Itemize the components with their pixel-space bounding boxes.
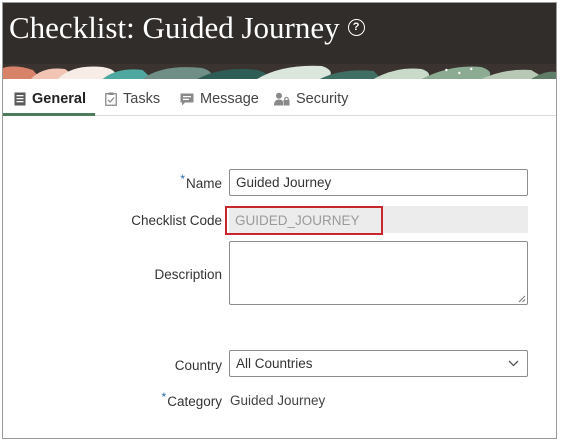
decorative-banner bbox=[3, 64, 556, 79]
clipboard-icon bbox=[105, 92, 117, 106]
country-select[interactable]: All Countries bbox=[229, 350, 528, 377]
tab-general-label: General bbox=[32, 91, 86, 107]
country-label: Country bbox=[174, 358, 222, 373]
tab-security-label: Security bbox=[296, 91, 349, 107]
category-label-text: Category bbox=[167, 394, 222, 409]
resize-handle-icon[interactable] bbox=[518, 295, 526, 303]
category-value: Guided Journey bbox=[230, 393, 326, 408]
tab-tasks[interactable]: Tasks bbox=[105, 83, 160, 115]
category-label: *Category bbox=[162, 390, 222, 409]
page-title-text: Checklist: Guided Journey bbox=[9, 10, 340, 45]
help-circle-icon[interactable]: ? bbox=[347, 19, 365, 37]
description-textarea[interactable] bbox=[229, 241, 528, 305]
description-label: Description bbox=[154, 267, 222, 282]
name-label-text: Name bbox=[185, 176, 222, 191]
country-select-value: All Countries bbox=[236, 356, 313, 371]
tab-tasks-label: Tasks bbox=[123, 91, 161, 107]
page-title: Checklist: Guided Journey? bbox=[9, 10, 365, 46]
tab-general[interactable]: General bbox=[3, 83, 95, 116]
tab-message[interactable]: Message bbox=[180, 83, 259, 115]
name-label: *Name bbox=[180, 172, 222, 191]
checklist-code-label: Checklist Code bbox=[131, 213, 222, 228]
name-input[interactable] bbox=[229, 169, 528, 196]
document-list-icon bbox=[14, 92, 26, 106]
message-icon bbox=[180, 93, 194, 105]
required-marker: * bbox=[180, 172, 185, 186]
checklist-code-highlight bbox=[225, 206, 383, 235]
tab-bar: General Tasks Message Security bbox=[3, 83, 556, 116]
chevron-down-icon bbox=[508, 360, 519, 367]
checklist-page: Checklist: Guided Journey? General Tasks… bbox=[2, 2, 557, 439]
tab-security[interactable]: Security bbox=[274, 83, 348, 115]
required-marker: * bbox=[161, 390, 167, 404]
user-lock-icon bbox=[274, 92, 290, 106]
page-header: Checklist: Guided Journey? bbox=[3, 3, 556, 79]
tab-message-label: Message bbox=[200, 91, 259, 107]
